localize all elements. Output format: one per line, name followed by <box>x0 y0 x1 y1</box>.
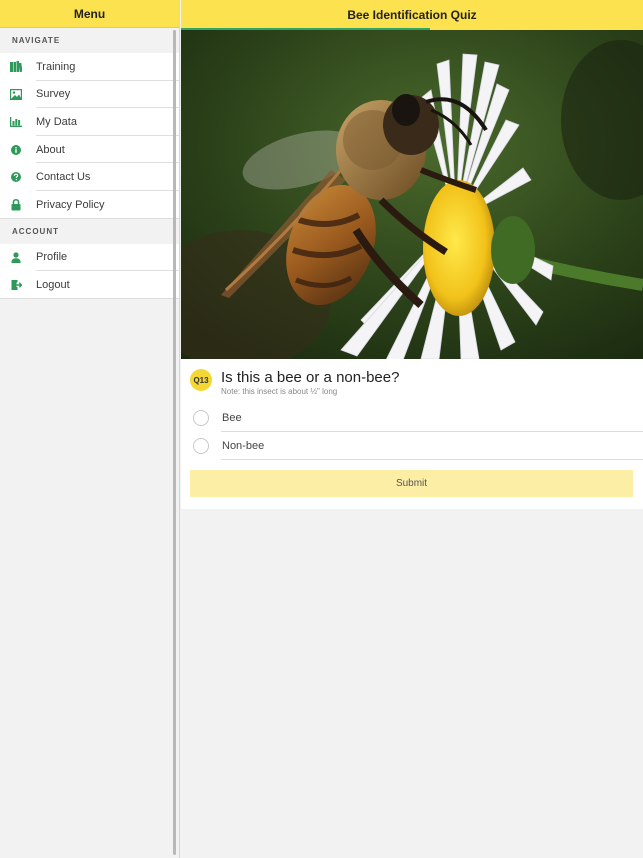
sidebar-item-label: Privacy Policy <box>36 198 105 211</box>
sidebar-item-my-data[interactable]: My Data <box>0 108 179 136</box>
sidebar-item-label: Training <box>36 60 76 73</box>
answer-option-non-bee[interactable]: Non-bee <box>190 432 643 460</box>
section-header-account: ACCOUNT <box>12 226 59 236</box>
answer-option-bee[interactable]: Bee <box>190 404 643 432</box>
page-title: Bee Identification Quiz <box>347 8 477 22</box>
sidebar-title: Menu <box>0 0 179 28</box>
lock-icon <box>0 198 36 211</box>
logout-icon <box>0 279 36 290</box>
sidebar-scrollbar[interactable] <box>173 30 176 855</box>
submit-button[interactable]: Submit <box>190 470 633 497</box>
bee-on-flower-image <box>181 30 643 359</box>
radio-button[interactable] <box>193 410 209 426</box>
bar-chart-icon <box>0 116 36 127</box>
sidebar-item-profile[interactable]: Profile <box>0 243 179 272</box>
sidebar-item-training[interactable]: Training <box>0 53 179 81</box>
books-icon <box>0 61 36 73</box>
sidebar-item-label: Survey <box>36 88 71 101</box>
question-number-badge: Q13 <box>190 369 212 391</box>
sidebar-item-contact-us[interactable]: Contact Us <box>0 163 179 191</box>
sidebar-item-about[interactable]: About <box>0 135 179 164</box>
sidebar-item-label: About <box>36 143 65 156</box>
sidebar-item-label: Profile <box>36 251 68 264</box>
quiz-card: Q13 Is this a bee or a non-bee? Note: th… <box>181 359 643 509</box>
quiz-panel: Bee Identification Quiz Q13 Is this a be… <box>181 0 643 858</box>
person-icon <box>0 252 36 263</box>
insect-photo <box>181 30 643 359</box>
sidebar-item-privacy-policy[interactable]: Privacy Policy <box>0 190 179 219</box>
sidebar: Menu NAVIGATE Training Survey My Data Ab… <box>0 0 180 858</box>
option-label: Non-bee <box>222 440 265 452</box>
section-header-navigate: NAVIGATE <box>12 36 61 45</box>
info-icon <box>0 144 36 155</box>
image-icon <box>0 88 36 100</box>
question-text: Is this a bee or a non-bee? <box>221 369 400 386</box>
option-label: Bee <box>222 412 242 424</box>
sidebar-item-logout[interactable]: Logout <box>0 271 179 299</box>
sidebar-item-label: My Data <box>36 115 77 128</box>
sidebar-item-label: Contact Us <box>36 171 91 184</box>
sidebar-item-label: Logout <box>36 278 70 291</box>
question-note: Note: this insect is about ½" long <box>221 387 338 396</box>
radio-button[interactable] <box>193 438 209 454</box>
help-icon <box>0 172 36 183</box>
sidebar-item-survey[interactable]: Survey <box>0 80 179 109</box>
quiz-header: Bee Identification Quiz <box>181 0 643 30</box>
